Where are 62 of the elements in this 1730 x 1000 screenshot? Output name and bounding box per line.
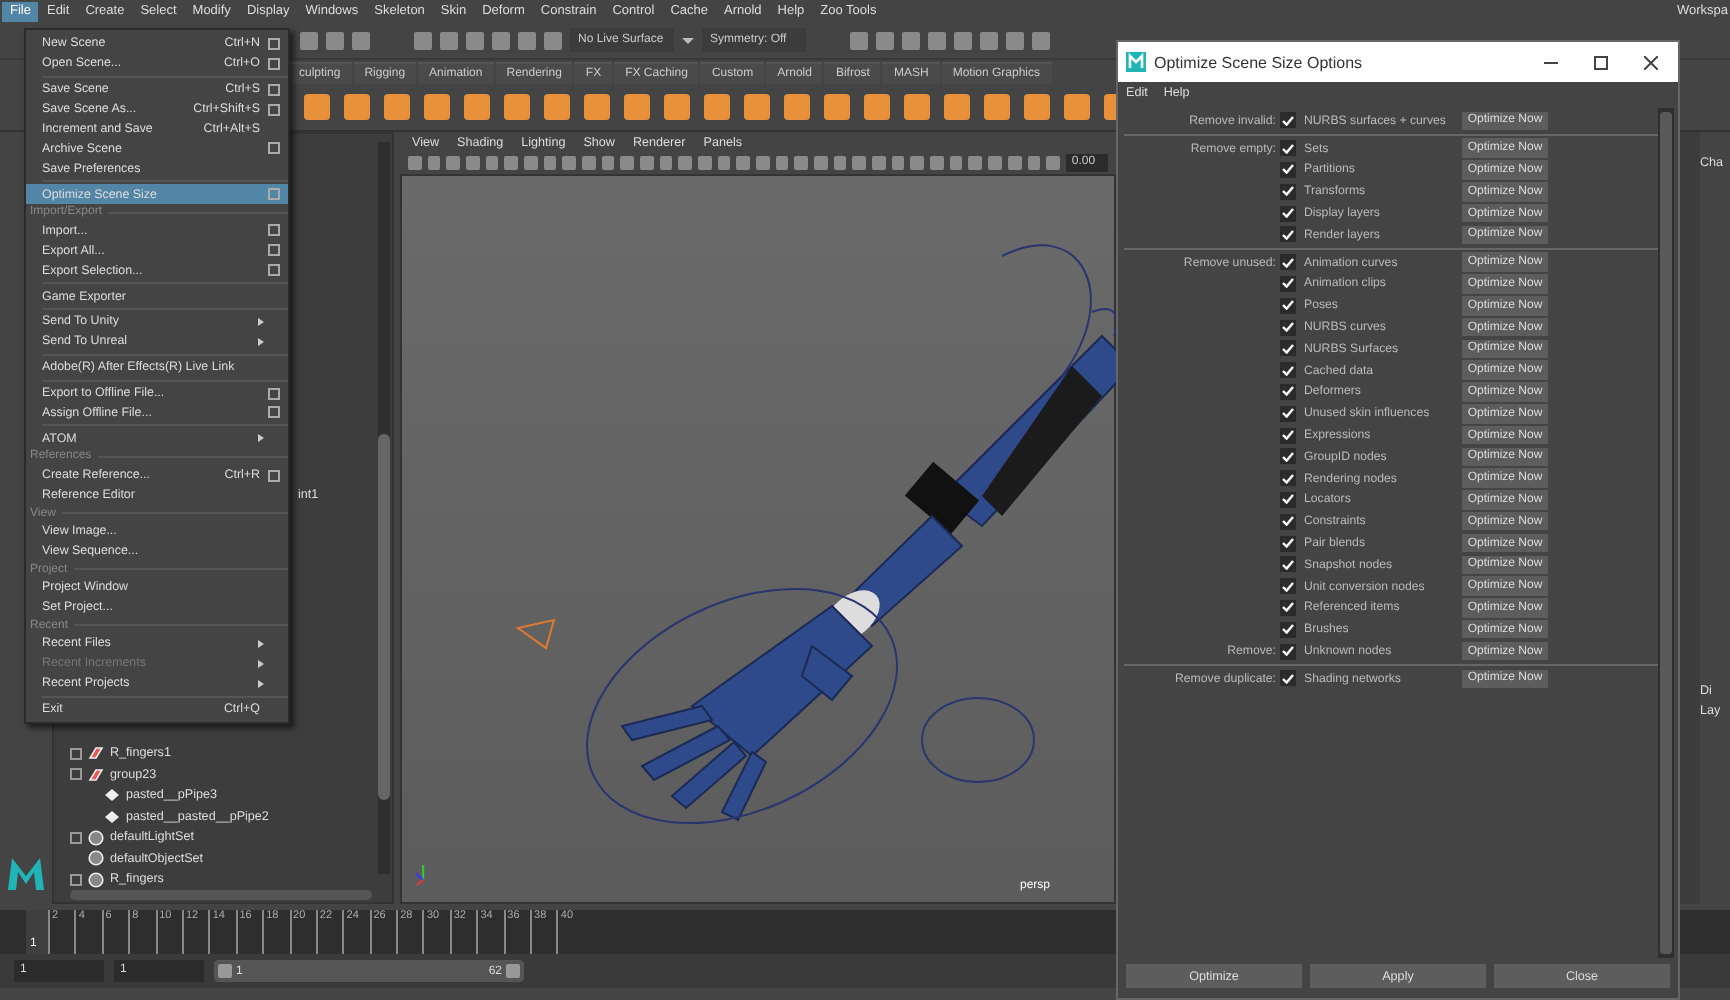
checkbox[interactable] <box>1280 362 1296 379</box>
checkbox[interactable] <box>1280 254 1296 271</box>
checkbox[interactable] <box>1280 491 1296 508</box>
app-logo <box>1126 52 1146 72</box>
axis-icon <box>414 864 426 886</box>
checkbox[interactable] <box>1280 297 1296 314</box>
checkbox[interactable] <box>1280 599 1296 616</box>
checkbox[interactable] <box>1280 140 1296 157</box>
expand-icon[interactable] <box>70 831 82 844</box>
option-box-icon[interactable] <box>268 224 280 237</box>
checkbox[interactable] <box>1280 670 1296 687</box>
option-box-icon[interactable] <box>268 387 280 400</box>
vertical-scrollbar[interactable] <box>378 142 390 874</box>
checkbox[interactable] <box>1280 340 1296 357</box>
curve-loop <box>921 697 1035 783</box>
checkbox[interactable] <box>1280 226 1296 243</box>
expand-icon[interactable] <box>70 747 82 760</box>
group-node-icon <box>88 746 104 761</box>
checkbox[interactable] <box>1280 427 1296 444</box>
option-box-icon[interactable] <box>268 142 280 155</box>
dialog-title: Optimize Scene Size Options <box>1154 53 1365 71</box>
checkbox[interactable] <box>1280 161 1296 178</box>
option-box-icon[interactable] <box>268 103 280 116</box>
set-node-icon <box>88 871 104 888</box>
option-box-icon[interactable] <box>268 469 280 482</box>
mesh-node-icon <box>104 788 120 803</box>
set-node-icon <box>88 829 104 846</box>
checkbox[interactable] <box>1280 643 1296 660</box>
option-box-icon[interactable] <box>268 264 280 277</box>
horizontal-scrollbar[interactable] <box>70 890 372 900</box>
expand-icon[interactable] <box>70 768 82 781</box>
option-box-icon[interactable] <box>268 83 280 96</box>
option-box-icon[interactable] <box>268 406 280 419</box>
option-box-icon[interactable] <box>268 37 280 50</box>
close-icon[interactable] <box>1644 55 1658 69</box>
checkbox[interactable] <box>1280 556 1296 573</box>
option-box-icon[interactable] <box>268 57 280 70</box>
checkbox[interactable] <box>1280 405 1296 422</box>
mesh-node-icon <box>104 809 120 824</box>
option-box-icon[interactable] <box>268 244 280 257</box>
checkbox[interactable] <box>1280 205 1296 222</box>
checkbox[interactable] <box>1280 112 1296 129</box>
set-node-icon <box>88 850 104 867</box>
maximize-icon[interactable] <box>1594 55 1608 69</box>
checkbox[interactable] <box>1280 383 1296 400</box>
checkbox[interactable] <box>1280 513 1296 530</box>
checkbox[interactable] <box>1280 448 1296 465</box>
group-node-icon <box>88 767 104 782</box>
checkbox[interactable] <box>1280 275 1296 292</box>
checkmark-icon <box>1282 673 1294 684</box>
checkmark-icon <box>1282 115 1294 126</box>
checkbox[interactable] <box>1280 578 1296 595</box>
checkbox[interactable] <box>1280 183 1296 200</box>
checkbox[interactable] <box>1280 319 1296 336</box>
app-logo <box>6 856 46 892</box>
caret-icon[interactable] <box>682 37 694 43</box>
checkbox[interactable] <box>1280 621 1296 638</box>
checkbox[interactable] <box>1280 535 1296 552</box>
expand-icon[interactable] <box>70 873 82 886</box>
camera-icon <box>515 618 556 650</box>
vertical-scrollbar[interactable] <box>1658 108 1674 958</box>
checkbox[interactable] <box>1280 470 1296 487</box>
